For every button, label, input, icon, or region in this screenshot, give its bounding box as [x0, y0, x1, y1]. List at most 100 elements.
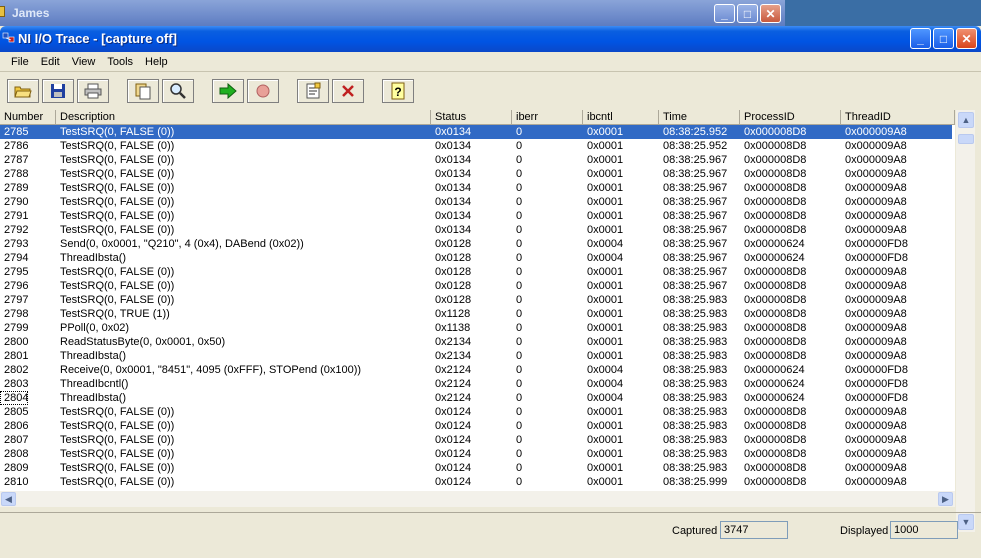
cell-iberr: 0 — [516, 196, 523, 208]
cell-status: 0x0134 — [435, 126, 472, 138]
bg-close-button[interactable]: ✕ — [760, 4, 781, 23]
table-row[interactable]: 2808 TestSRQ(0, FALSE (0)) 0x0124 0 0x0001 08… — [0, 447, 952, 461]
column-header-status[interactable]: Status — [431, 110, 512, 125]
cell-description: TestSRQ(0, FALSE (0)) — [60, 420, 175, 432]
cell-time: 08:38:25.983 — [663, 364, 728, 376]
cell-status: 0x0124 — [435, 448, 472, 460]
column-header-threadid[interactable]: ThreadID — [841, 110, 955, 125]
close-button[interactable]: ✕ — [956, 28, 977, 49]
cell-description: TestSRQ(0, FALSE (0)) — [60, 476, 175, 488]
table-row[interactable]: 2807 TestSRQ(0, FALSE (0)) 0x0124 0 0x0001 08… — [0, 433, 952, 447]
scroll-left-button[interactable]: ◀ — [1, 492, 16, 506]
column-header-iberr[interactable]: iberr — [512, 110, 583, 125]
cell-iberr: 0 — [516, 350, 523, 362]
cell-description: TestSRQ(0, FALSE (0)) — [60, 294, 175, 306]
table-row[interactable]: 2795 TestSRQ(0, FALSE (0)) 0x0128 0 0x0001 08… — [0, 265, 952, 279]
cell-ibcntl: 0x0001 — [587, 280, 624, 292]
menu-edit[interactable]: Edit — [35, 56, 66, 68]
table-row[interactable]: 2787 TestSRQ(0, FALSE (0)) 0x0134 0 0x0001 08… — [0, 153, 952, 167]
cell-ibcntl: 0x0001 — [587, 476, 624, 488]
vertical-scrollbar[interactable]: ▲ ▼ — [955, 110, 975, 532]
cell-iberr: 0 — [516, 462, 523, 474]
cell-description: TestSRQ(0, FALSE (0)) — [60, 126, 175, 138]
column-header-processid[interactable]: ProcessID — [740, 110, 841, 125]
cell-description: TestSRQ(0, TRUE (1)) — [60, 308, 170, 320]
cell-processid: 0x000008D8 — [744, 168, 807, 180]
properties-button[interactable] — [297, 79, 329, 103]
table-row[interactable]: 2797 TestSRQ(0, FALSE (0)) 0x0128 0 0x0001 08… — [0, 293, 952, 307]
maximize-button[interactable]: □ — [933, 28, 954, 49]
column-header-description[interactable]: Description — [56, 110, 431, 125]
minimize-button[interactable]: _ — [910, 28, 931, 49]
cell-number: 2797 — [4, 294, 29, 306]
table-header: Number Description Status iberr ibcntl T… — [0, 110, 955, 125]
table-row[interactable]: 2798 TestSRQ(0, TRUE (1)) 0x1128 0 0x0001 08:… — [0, 307, 952, 321]
scroll-right-button[interactable]: ▶ — [938, 492, 953, 506]
table-row[interactable]: 2786 TestSRQ(0, FALSE (0)) 0x0134 0 0x0001 08… — [0, 139, 952, 153]
ni-app-icon — [2, 32, 15, 43]
table-row[interactable]: 2809 TestSRQ(0, FALSE (0)) 0x0124 0 0x0001 08… — [0, 461, 952, 475]
table-row[interactable]: 2791 TestSRQ(0, FALSE (0)) 0x0134 0 0x0001 08… — [0, 209, 952, 223]
scroll-up-button[interactable]: ▲ — [958, 112, 974, 128]
table-row[interactable]: 2799 PPoll(0, 0x02) 0x1138 0 0x0001 08:38:25.… — [0, 321, 952, 335]
cell-threadid: 0x000009A8 — [845, 406, 907, 418]
column-header-ibcntl[interactable]: ibcntl — [583, 110, 659, 125]
table-row[interactable]: 2800 ReadStatusByte(0, 0x0001, 0x50) 0x213… — [0, 335, 952, 349]
menu-file[interactable]: File — [5, 56, 35, 68]
cell-processid: 0x000008D8 — [744, 350, 807, 362]
help-button[interactable]: ? — [382, 79, 414, 103]
table-row[interactable]: 2805 TestSRQ(0, FALSE (0)) 0x0124 0 0x0001 08… — [0, 405, 952, 419]
table-row[interactable]: 2806 TestSRQ(0, FALSE (0)) 0x0124 0 0x0001 08… — [0, 419, 952, 433]
table-row[interactable]: 2792 TestSRQ(0, FALSE (0)) 0x0134 0 0x0001 08… — [0, 223, 952, 237]
table-row[interactable]: 2810 TestSRQ(0, FALSE (0)) 0x0124 0 0x0001 08… — [0, 475, 952, 489]
table-row[interactable]: 2794 ThreadIbsta() 0x0128 0 0x0004 08:38:25.9… — [0, 251, 952, 265]
scroll-up-icon: ▲ — [961, 115, 971, 125]
cell-iberr: 0 — [516, 252, 523, 264]
delete-icon — [342, 85, 354, 97]
cell-processid: 0x000008D8 — [744, 322, 807, 334]
cell-threadid: 0x000009A8 — [845, 168, 907, 180]
cell-processid: 0x000008D8 — [744, 420, 807, 432]
table-row[interactable]: 2788 TestSRQ(0, FALSE (0)) 0x0134 0 0x0001 08… — [0, 167, 952, 181]
delete-button[interactable] — [332, 79, 364, 103]
cell-description: Send(0, 0x0001, "Q210", 4 (0x4), DABend … — [60, 238, 304, 250]
column-header-number[interactable]: Number — [0, 110, 56, 125]
table-row[interactable]: 2804 ThreadIbsta() 0x2124 0 0x0004 08:38:25.9… — [0, 391, 952, 405]
print-button[interactable] — [77, 79, 109, 103]
cell-number: 2801 — [4, 350, 29, 362]
cell-processid: 0x000008D8 — [744, 462, 807, 474]
menu-tools[interactable]: Tools — [101, 56, 139, 68]
table-row[interactable]: 2801 ThreadIbsta() 0x2134 0 0x0001 08:38:25.9… — [0, 349, 952, 363]
bg-minimize-button[interactable]: _ — [714, 4, 735, 23]
find-button[interactable] — [162, 79, 194, 103]
table-row[interactable]: 2803 ThreadIbcntl() 0x2124 0 0x0004 08:38:25.… — [0, 377, 952, 391]
table-row[interactable]: 2796 TestSRQ(0, FALSE (0)) 0x0128 0 0x0001 08… — [0, 279, 952, 293]
cell-description: TestSRQ(0, FALSE (0)) — [60, 462, 175, 474]
cell-description: ThreadIbsta() — [60, 392, 127, 404]
cell-ibcntl: 0x0001 — [587, 336, 624, 348]
background-window-titlebar[interactable]: James _ □ ✕ — [0, 0, 785, 26]
open-button[interactable] — [7, 79, 39, 103]
vertical-scroll-thumb[interactable] — [958, 134, 974, 144]
menu-help[interactable]: Help — [139, 56, 174, 68]
table-row[interactable]: 2789 TestSRQ(0, FALSE (0)) 0x0134 0 0x0001 08… — [0, 181, 952, 195]
bg-maximize-button[interactable]: □ — [737, 4, 758, 23]
cell-status: 0x2124 — [435, 392, 472, 404]
menu-view[interactable]: View — [66, 56, 102, 68]
start-capture-button[interactable] — [212, 79, 244, 103]
table-row[interactable]: 2802 Receive(0, 0x0001, "8451", 4095 (0xF… — [0, 363, 952, 377]
copy-button[interactable] — [127, 79, 159, 103]
stop-capture-button[interactable] — [247, 79, 279, 103]
trace-table[interactable]: Number Description Status iberr ibcntl T… — [0, 110, 955, 491]
column-header-time[interactable]: Time — [659, 110, 740, 125]
table-row[interactable]: 2793 Send(0, 0x0001, "Q210", 4 (0x4), DAB… — [0, 237, 952, 251]
cell-processid: 0x000008D8 — [744, 406, 807, 418]
horizontal-scrollbar[interactable]: ◀ ▶ — [0, 491, 955, 507]
table-row[interactable]: 2790 TestSRQ(0, FALSE (0)) 0x0134 0 0x0001 08… — [0, 195, 952, 209]
cell-number: 2799 — [4, 322, 29, 334]
cell-number: 2805 — [4, 406, 29, 418]
cell-description: PPoll(0, 0x02) — [60, 322, 130, 334]
table-row[interactable]: 2785 TestSRQ(0, FALSE (0)) 0x0134 0 0x0001 08… — [0, 125, 952, 139]
window-titlebar[interactable]: NI I/O Trace - [capture off] _ □ ✕ — [0, 26, 981, 52]
save-button[interactable] — [42, 79, 74, 103]
